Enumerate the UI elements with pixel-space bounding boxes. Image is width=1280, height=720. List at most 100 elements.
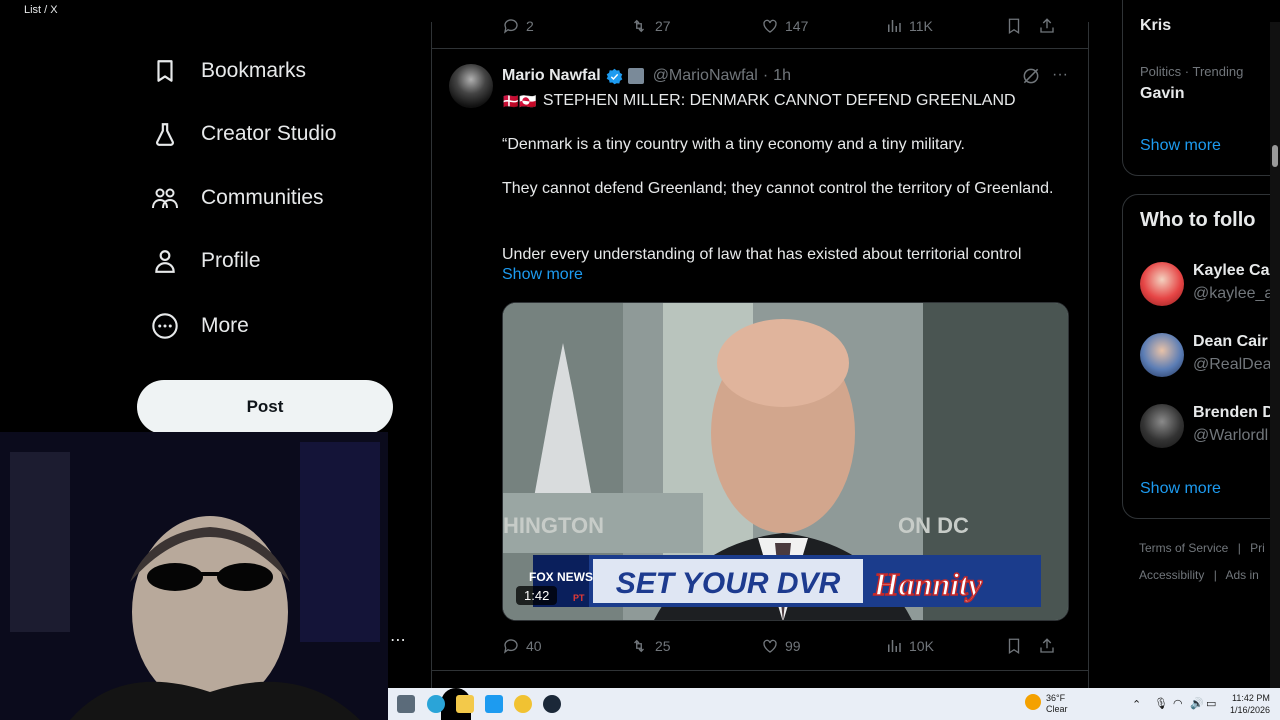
- prev-tweet-actions: 2 27 147 11K: [502, 16, 1068, 36]
- app-icon[interactable]: [397, 695, 415, 713]
- sidebar-item-creator-studio[interactable]: Creator Studio: [150, 114, 336, 154]
- tweet-paragraph: They cannot defend Greenland; they canno…: [502, 180, 1054, 197]
- ads-info-link[interactable]: Ads in: [1226, 568, 1259, 582]
- bookmark-icon: [1008, 638, 1020, 655]
- like-count: 99: [785, 638, 801, 654]
- reply-button[interactable]: 40: [502, 637, 629, 655]
- volume-icon[interactable]: 🔊: [1190, 697, 1204, 710]
- banner-text: SET YOUR DVR: [616, 567, 841, 600]
- avatar[interactable]: [1140, 333, 1184, 377]
- sidebar-item-bookmarks[interactable]: Bookmarks: [150, 51, 306, 91]
- heart-icon: [763, 19, 777, 33]
- like-button[interactable]: 147: [761, 17, 885, 35]
- clock-date[interactable]: 1/16/2026: [1230, 705, 1270, 715]
- weather-temp[interactable]: 36°F: [1046, 693, 1065, 703]
- fox-news-logo: FOX NEWS: [529, 570, 593, 584]
- repost-button[interactable]: 27: [629, 17, 761, 35]
- app-icon[interactable]: [514, 695, 532, 713]
- share-icon: [1040, 638, 1054, 653]
- webcam-menu-icon[interactable]: ⋯: [390, 630, 406, 650]
- bookmark-button[interactable]: [1005, 17, 1038, 35]
- avatar[interactable]: [1140, 404, 1184, 448]
- sidebar-item-label: Creator Studio: [201, 122, 337, 145]
- time-separator: ·: [762, 67, 769, 84]
- follow-suggestion-name[interactable]: Dean Cair: [1193, 333, 1268, 351]
- terms-link[interactable]: Terms of Service: [1139, 541, 1228, 555]
- video-duration: 1:42: [516, 586, 558, 605]
- weather-desc[interactable]: Clear: [1046, 704, 1068, 714]
- repost-button[interactable]: 25: [629, 637, 761, 655]
- steam-icon[interactable]: [543, 695, 561, 713]
- author-handle[interactable]: @MarioNawfal: [653, 67, 758, 85]
- follow-suggestion-handle[interactable]: @RealDea: [1193, 356, 1272, 374]
- share-icon: [1040, 18, 1054, 33]
- views-count: 11K: [909, 18, 933, 34]
- heart-icon: [763, 639, 777, 653]
- scrollbar-thumb[interactable]: [1272, 145, 1278, 167]
- sidebar-item-profile[interactable]: Profile: [150, 241, 261, 281]
- repost-icon: [634, 19, 644, 33]
- avatar[interactable]: [1140, 262, 1184, 306]
- communities-icon: [150, 183, 180, 213]
- views-button[interactable]: 11K: [885, 17, 1005, 35]
- chevron-up-icon[interactable]: ⌃: [1132, 698, 1141, 711]
- reply-button[interactable]: 2: [502, 17, 629, 35]
- follow-suggestion-name[interactable]: Brenden D: [1193, 404, 1274, 422]
- flask-icon: [150, 119, 180, 149]
- clock-time[interactable]: 11:42 PM: [1232, 693, 1270, 703]
- file-explorer-icon[interactable]: [456, 695, 474, 713]
- follow-suggestion-handle[interactable]: @kaylee_a: [1193, 285, 1273, 303]
- follow-suggestion-handle[interactable]: @Warlordl: [1193, 427, 1268, 445]
- repost-icon: [634, 639, 644, 653]
- battery-icon[interactable]: ▭: [1206, 697, 1216, 710]
- follow-suggestion-name[interactable]: Kaylee Ca: [1193, 262, 1270, 280]
- reply-icon: [503, 19, 518, 34]
- footer-links-row-1: Terms of Service | Pri: [1139, 541, 1265, 555]
- views-icon: [888, 20, 901, 32]
- reply-icon: [503, 639, 518, 654]
- avatar[interactable]: [449, 64, 493, 108]
- footer-separator: |: [1237, 541, 1241, 555]
- webcam-video: [0, 432, 388, 720]
- twitter-app-icon[interactable]: [485, 695, 503, 713]
- like-count: 147: [785, 18, 809, 34]
- post-button[interactable]: Post: [137, 380, 393, 434]
- more-options-icon[interactable]: ···: [1050, 66, 1070, 84]
- repost-count: 25: [655, 638, 671, 654]
- views-button[interactable]: 10K: [885, 637, 1005, 655]
- privacy-link[interactable]: Pri: [1250, 541, 1265, 555]
- show-more-link[interactable]: Show more: [502, 266, 583, 284]
- video-player[interactable]: HINGTON ON DC FOX NEWS PT SET YOUR DVR H…: [502, 302, 1069, 621]
- sidebar-item-label: Communities: [201, 186, 324, 209]
- reply-count: 2: [526, 18, 534, 34]
- like-button[interactable]: 99: [761, 637, 885, 655]
- trend-name[interactable]: Kris: [1140, 17, 1171, 35]
- microphone-icon[interactable]: 🎙: [1154, 697, 1168, 710]
- accessibility-link[interactable]: Accessibility: [1139, 568, 1204, 582]
- who-to-follow-show-more[interactable]: Show more: [1140, 480, 1221, 498]
- views-count: 10K: [909, 638, 934, 654]
- banner-show: Hannity: [873, 566, 983, 602]
- footer-separator: |: [1213, 568, 1217, 582]
- trend-meta: Politics · Trending: [1140, 64, 1244, 79]
- share-button[interactable]: [1038, 637, 1056, 655]
- background-text: ON DC: [898, 513, 969, 538]
- trend-name[interactable]: Gavin: [1140, 85, 1184, 103]
- edge-icon[interactable]: [427, 695, 445, 713]
- repost-count: 27: [655, 18, 671, 34]
- views-icon: [888, 640, 901, 652]
- bookmark-button[interactable]: [1005, 637, 1038, 655]
- bookmark-icon: [1008, 18, 1020, 35]
- trends-show-more[interactable]: Show more: [1140, 137, 1221, 155]
- sidebar-item-more[interactable]: More: [150, 306, 249, 346]
- tweet-time[interactable]: 1h: [773, 67, 791, 85]
- sidebar-item-communities[interactable]: Communities: [150, 178, 324, 218]
- author-name[interactable]: Mario Nawfal: [502, 67, 601, 85]
- share-button[interactable]: [1038, 17, 1056, 35]
- wifi-icon[interactable]: ◠: [1173, 697, 1183, 710]
- grok-icon[interactable]: [1021, 66, 1041, 91]
- tweet-header: Mario Nawfal @MarioNawfal · 1h: [502, 66, 791, 86]
- scrollbar[interactable]: [1270, 22, 1280, 688]
- bookmark-icon: [150, 56, 180, 86]
- sidebar-item-label: More: [201, 314, 249, 337]
